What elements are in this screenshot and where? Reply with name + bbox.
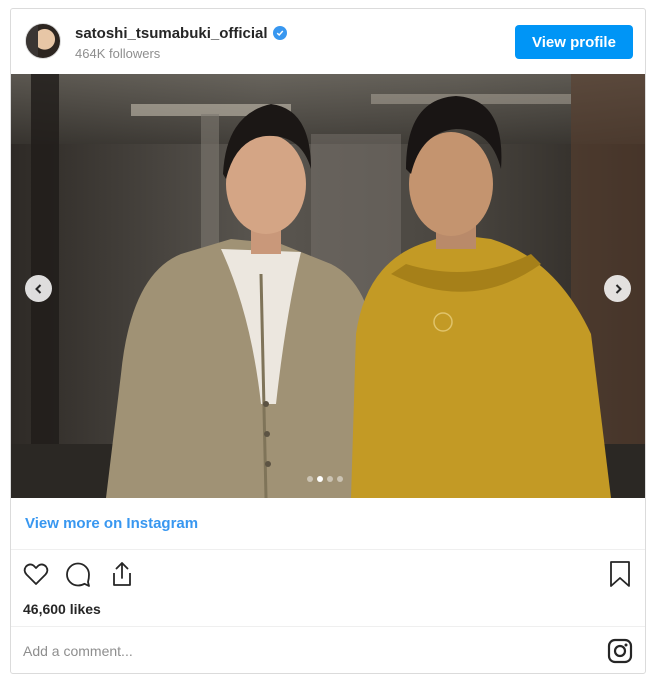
previous-photo-button[interactable] [25, 275, 52, 302]
heart-icon[interactable] [21, 559, 51, 589]
comment-icon[interactable] [63, 559, 93, 589]
username-row: satoshi_tsumabuki_official [75, 24, 287, 42]
carousel-indicator [307, 476, 343, 482]
post-photo[interactable] [11, 74, 645, 498]
verified-badge-icon [272, 26, 287, 40]
comment-section [11, 626, 645, 674]
carousel-dot-active [317, 476, 323, 482]
followers-count: 464K followers [75, 46, 161, 61]
carousel-dot [337, 476, 343, 482]
chevron-right-icon [615, 283, 622, 294]
next-photo-button[interactable] [604, 275, 631, 302]
likes-count[interactable]: 46,600 likes [23, 601, 101, 617]
comment-input[interactable] [23, 641, 583, 661]
user-info: satoshi_tsumabuki_official 464K follower… [75, 24, 287, 61]
avatar[interactable] [25, 23, 61, 59]
photo-image [11, 74, 645, 498]
view-more-link[interactable]: View more on Instagram [25, 515, 198, 532]
share-icon[interactable] [107, 559, 137, 589]
view-more-section: View more on Instagram [11, 498, 645, 550]
instagram-embed-card: satoshi_tsumabuki_official 464K follower… [10, 8, 646, 674]
view-profile-button[interactable]: View profile [515, 25, 633, 59]
carousel-dot [307, 476, 313, 482]
chevron-left-icon [34, 283, 41, 294]
carousel-dot [327, 476, 333, 482]
instagram-icon[interactable] [607, 638, 633, 664]
action-bar [11, 553, 645, 593]
post-header: satoshi_tsumabuki_official 464K follower… [11, 9, 645, 75]
username[interactable]: satoshi_tsumabuki_official [75, 25, 268, 42]
bookmark-icon[interactable] [605, 559, 635, 589]
